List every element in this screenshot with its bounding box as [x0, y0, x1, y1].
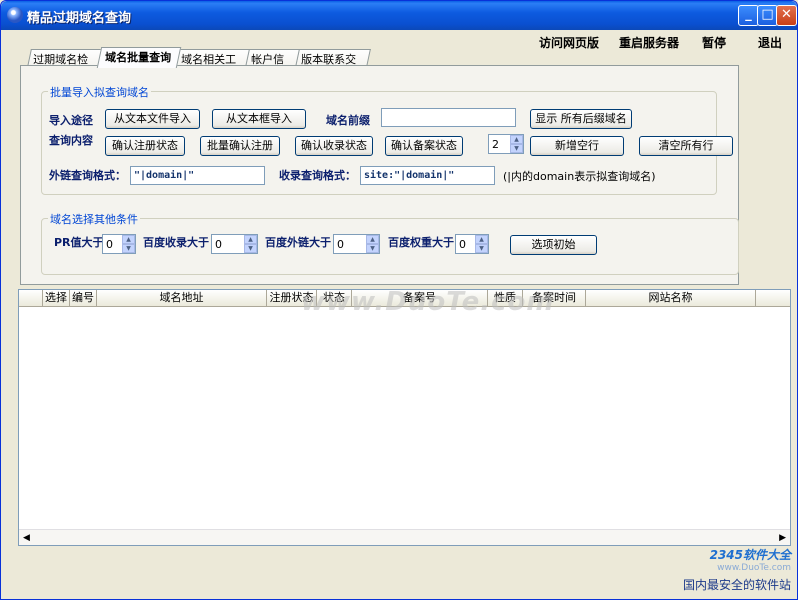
baidu-weight-label: 百度权重大于 [388, 236, 454, 249]
query-content-label: 查询内容 [49, 134, 93, 147]
baidu-index-value: 0 [215, 238, 222, 251]
import-text-box-button[interactable]: 从文本框导入 [212, 109, 306, 129]
scroll-right-icon[interactable]: ▶ [779, 533, 786, 543]
confirm-record-button[interactable]: 确认备案状态 [385, 136, 463, 156]
app-icon [7, 7, 23, 23]
pr-value: 0 [106, 238, 113, 251]
visit-web-link[interactable]: 访问网页版 [539, 34, 599, 51]
domain-prefix-input[interactable] [381, 108, 516, 127]
tab-batch-query[interactable]: 域名批量查询 [96, 47, 182, 68]
scroll-left-icon[interactable]: ◀ [23, 533, 30, 543]
filter-conditions-group: 域名选择其他条件 PR值大于 0 ▲ ▼ 百度收录大于 0 ▲ ▼ 百度外链大于… [41, 211, 739, 275]
horizontal-scrollbar[interactable]: ◀ ▶ [19, 529, 790, 545]
close-button[interactable]: ✕ [776, 5, 797, 26]
app-window: 精品过期域名查询 _ □ ✕ 访问网页版 重启服务器 暂停 退出 过期域名检索 … [0, 0, 798, 600]
stepper-up-icon[interactable]: ▲ [510, 135, 523, 144]
watermark-url: www.DuoTe.com [717, 563, 791, 573]
batch-import-group: 批量导入拟查询域名 导入途径 从文本文件导入 从文本框导入 域名前缀 显示 所有… [41, 84, 733, 195]
row-count-stepper[interactable]: 2 ▲ ▼ [488, 134, 524, 154]
import-text-file-button[interactable]: 从文本文件导入 [105, 109, 200, 129]
baidu-links-label: 百度外链大于 [265, 236, 331, 249]
baidu-index-label: 百度收录大于 [143, 236, 209, 249]
index-format-label: 收录查询格式： [279, 169, 356, 182]
duote-watermark: www.DuoTe.com [301, 287, 555, 317]
restart-server-link[interactable]: 重启服务器 [619, 34, 679, 51]
window-title: 精品过期域名查询 [27, 11, 132, 26]
baidu-weight-value: 0 [459, 238, 466, 251]
baidu-links-value: 0 [337, 238, 344, 251]
tab-pane-batch-query: 批量导入拟查询域名 导入途径 从文本文件导入 从文本框导入 域名前缀 显示 所有… [20, 65, 739, 285]
baidu-weight-stepper[interactable]: 0 ▲ ▼ [455, 234, 489, 254]
baidu-links-stepper[interactable]: 0 ▲ ▼ [333, 234, 380, 254]
pr-label: PR值大于 [54, 236, 104, 249]
stepper-up-icon[interactable]: ▲ [366, 235, 379, 244]
pause-link[interactable]: 暂停 [702, 34, 726, 51]
clear-all-rows-button[interactable]: 清空所有行 [639, 136, 733, 156]
index-format-input[interactable]: site:"|domain|" [360, 166, 495, 185]
grid-corner [19, 290, 43, 306]
stepper-up-icon[interactable]: ▲ [122, 235, 135, 244]
filter-conditions-legend: 域名选择其他条件 [48, 211, 140, 227]
col-number[interactable]: 编号 [70, 290, 97, 306]
reset-options-button[interactable]: 选项初始 [510, 235, 597, 255]
exit-link[interactable]: 退出 [758, 34, 782, 51]
show-all-suffix-button[interactable]: 显示 所有后缀域名 [530, 109, 632, 129]
add-empty-row-button[interactable]: 新增空行 [530, 136, 624, 156]
stepper-down-icon[interactable]: ▼ [244, 244, 257, 253]
corner-watermark: 2345软件大全 www.DuoTe.com 国内最安全的软件站 [683, 546, 791, 593]
link-format-input[interactable]: "|domain|" [130, 166, 265, 185]
watermark-brand: 2345软件大全 [709, 548, 791, 562]
stepper-down-icon[interactable]: ▼ [510, 144, 523, 153]
baidu-index-stepper[interactable]: 0 ▲ ▼ [211, 234, 258, 254]
confirm-registration-button[interactable]: 确认注册状态 [105, 136, 185, 156]
watermark-slogan: 国内最安全的软件站 [682, 578, 791, 592]
results-grid[interactable]: 选择 编号 域名地址 注册状态 状态 备案号 性质 备案时间 网站名称 ◀ ▶ [18, 289, 791, 546]
stepper-up-icon[interactable]: ▲ [244, 235, 257, 244]
batch-confirm-registration-button[interactable]: 批量确认注册 [200, 136, 280, 156]
batch-import-legend: 批量导入拟查询域名 [48, 84, 151, 100]
row-count-value: 2 [492, 138, 499, 151]
col-site-name[interactable]: 网站名称 [586, 290, 756, 306]
import-path-label: 导入途径 [49, 114, 93, 127]
stepper-up-icon[interactable]: ▲ [475, 235, 488, 244]
domain-prefix-label: 域名前缀 [326, 114, 370, 127]
col-domain[interactable]: 域名地址 [97, 290, 267, 306]
stepper-down-icon[interactable]: ▼ [122, 244, 135, 253]
format-note: (|内的domain表示拟查询域名) [503, 170, 656, 183]
title-bar: 精品过期域名查询 _ □ ✕ [1, 1, 797, 30]
pr-stepper[interactable]: 0 ▲ ▼ [102, 234, 136, 254]
col-select[interactable]: 选择 [43, 290, 70, 306]
link-format-label: 外链查询格式： [49, 169, 126, 182]
stepper-down-icon[interactable]: ▼ [366, 244, 379, 253]
maximize-button[interactable]: □ [757, 5, 778, 26]
col-filler [756, 290, 790, 306]
minimize-button[interactable]: _ [738, 5, 759, 26]
stepper-down-icon[interactable]: ▼ [475, 244, 488, 253]
confirm-index-button[interactable]: 确认收录状态 [295, 136, 373, 156]
